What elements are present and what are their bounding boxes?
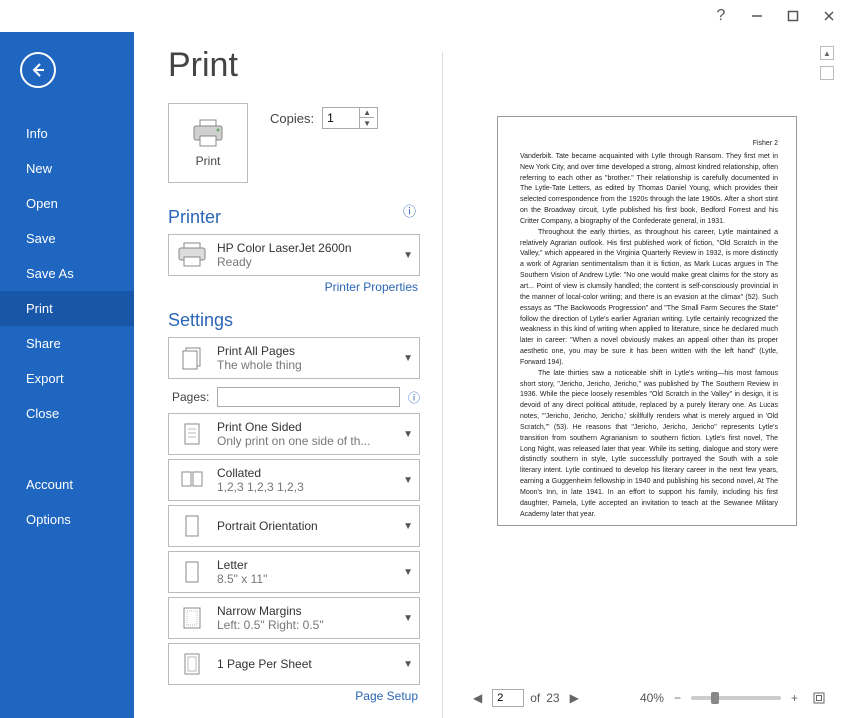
setting-pages-per-sheet[interactable]: 1 Page Per Sheet ▼ xyxy=(168,643,420,685)
pages-all-icon xyxy=(175,343,209,373)
chevron-down-icon: ▼ xyxy=(403,429,413,440)
chevron-down-icon: ▼ xyxy=(403,521,413,532)
sidebar-item-saveas[interactable]: Save As xyxy=(0,256,134,291)
preview-scrollbar[interactable]: ▲ xyxy=(820,46,836,684)
preview-page: Fisher 2 Vanderbilt. Tate became acquain… xyxy=(497,116,797,526)
setting-margins[interactable]: Narrow MarginsLeft: 0.5" Right: 0.5" ▼ xyxy=(168,597,420,639)
close-button[interactable] xyxy=(822,9,836,23)
print-preview-pane: Fisher 2 Vanderbilt. Tate became acquain… xyxy=(443,32,844,718)
printer-status: Ready xyxy=(217,255,395,269)
setting-print-range[interactable]: Print All PagesThe whole thing ▼ xyxy=(168,337,420,379)
preview-para-1: Vanderbilt. Tate became acquainted with … xyxy=(520,152,778,228)
chevron-down-icon: ▼ xyxy=(403,250,413,261)
print-settings-pane: Print Print Copies: ▲▼ ⓘ Printer xyxy=(134,32,442,718)
backstage-sidebar: Info New Open Save Save As Print Share E… xyxy=(0,32,134,718)
zoom-out-button[interactable]: − xyxy=(670,691,685,705)
total-pages: 23 xyxy=(546,691,559,705)
sidebar-item-account[interactable]: Account xyxy=(0,467,134,502)
sidebar-item-close[interactable]: Close xyxy=(0,396,134,431)
pages-input[interactable] xyxy=(217,387,400,407)
copies-input[interactable]: ▲▼ xyxy=(322,107,378,129)
scroll-up-button[interactable]: ▲ xyxy=(820,46,834,60)
printer-device-icon xyxy=(175,240,209,270)
sheet-icon xyxy=(175,649,209,679)
pages-info-icon[interactable]: ⓘ xyxy=(408,389,420,406)
next-page-button[interactable]: ▶ xyxy=(566,691,583,705)
zoom-level: 40% xyxy=(640,691,664,705)
portrait-icon xyxy=(175,511,209,541)
page-of-label: of xyxy=(530,691,540,705)
chevron-down-icon: ▼ xyxy=(403,567,413,578)
maximize-button[interactable] xyxy=(786,9,800,23)
printer-properties-link[interactable]: Printer Properties xyxy=(168,280,418,294)
sidebar-item-options[interactable]: Options xyxy=(0,502,134,537)
page-single-icon xyxy=(175,419,209,449)
setting-sides[interactable]: Print One SidedOnly print on one side of… xyxy=(168,413,420,455)
sidebar-item-new[interactable]: New xyxy=(0,151,134,186)
print-button-label: Print xyxy=(196,154,221,168)
printer-info-icon[interactable]: ⓘ xyxy=(403,201,416,220)
current-page-input[interactable] xyxy=(492,689,524,707)
copies-down[interactable]: ▼ xyxy=(360,118,374,128)
sidebar-item-save[interactable]: Save xyxy=(0,221,134,256)
copies-field[interactable] xyxy=(323,111,359,125)
page-setup-link[interactable]: Page Setup xyxy=(168,689,418,703)
settings-section-title: Settings xyxy=(168,310,420,331)
printer-section-title: Printer xyxy=(168,207,420,228)
letter-icon xyxy=(175,557,209,587)
printer-name: HP Color LaserJet 2600n xyxy=(217,241,395,255)
help-button[interactable]: ? xyxy=(714,9,728,23)
copies-up[interactable]: ▲ xyxy=(360,108,374,118)
preview-page-header: Fisher 2 xyxy=(520,139,778,150)
sidebar-item-print[interactable]: Print xyxy=(0,291,134,326)
setting-orientation[interactable]: Portrait Orientation ▼ xyxy=(168,505,420,547)
page-title: Print xyxy=(168,46,420,85)
preview-para-2: Throughout the early thirties, as throug… xyxy=(520,228,778,369)
prev-page-button[interactable]: ◀ xyxy=(469,691,486,705)
sidebar-item-share[interactable]: Share xyxy=(0,326,134,361)
print-button[interactable]: Print xyxy=(168,103,248,183)
margins-icon xyxy=(175,603,209,633)
collated-icon xyxy=(175,465,209,495)
minimize-button[interactable] xyxy=(750,9,764,23)
zoom-slider[interactable] xyxy=(691,696,781,700)
back-button[interactable] xyxy=(20,52,56,88)
copies-label: Copies: xyxy=(270,111,314,126)
printer-icon xyxy=(190,118,226,148)
setting-paper-size[interactable]: Letter8.5" x 11" ▼ xyxy=(168,551,420,593)
sidebar-item-info[interactable]: Info xyxy=(0,116,134,151)
sidebar-item-open[interactable]: Open xyxy=(0,186,134,221)
preview-para-3: The late thirties saw a noticeable shift… xyxy=(520,369,778,521)
pages-label: Pages: xyxy=(172,390,209,404)
printer-select[interactable]: HP Color LaserJet 2600n Ready ▼ xyxy=(168,234,420,276)
setting-collation[interactable]: Collated1,2,3 1,2,3 1,2,3 ▼ xyxy=(168,459,420,501)
zoom-in-button[interactable]: + xyxy=(787,691,802,705)
chevron-down-icon: ▼ xyxy=(403,659,413,670)
chevron-down-icon: ▼ xyxy=(403,613,413,624)
fit-page-button[interactable] xyxy=(808,691,830,705)
sidebar-item-export[interactable]: Export xyxy=(0,361,134,396)
chevron-down-icon: ▼ xyxy=(403,475,413,486)
chevron-down-icon: ▼ xyxy=(403,353,413,364)
scroll-thumb[interactable] xyxy=(820,66,834,80)
window-titlebar: ? xyxy=(0,0,844,32)
